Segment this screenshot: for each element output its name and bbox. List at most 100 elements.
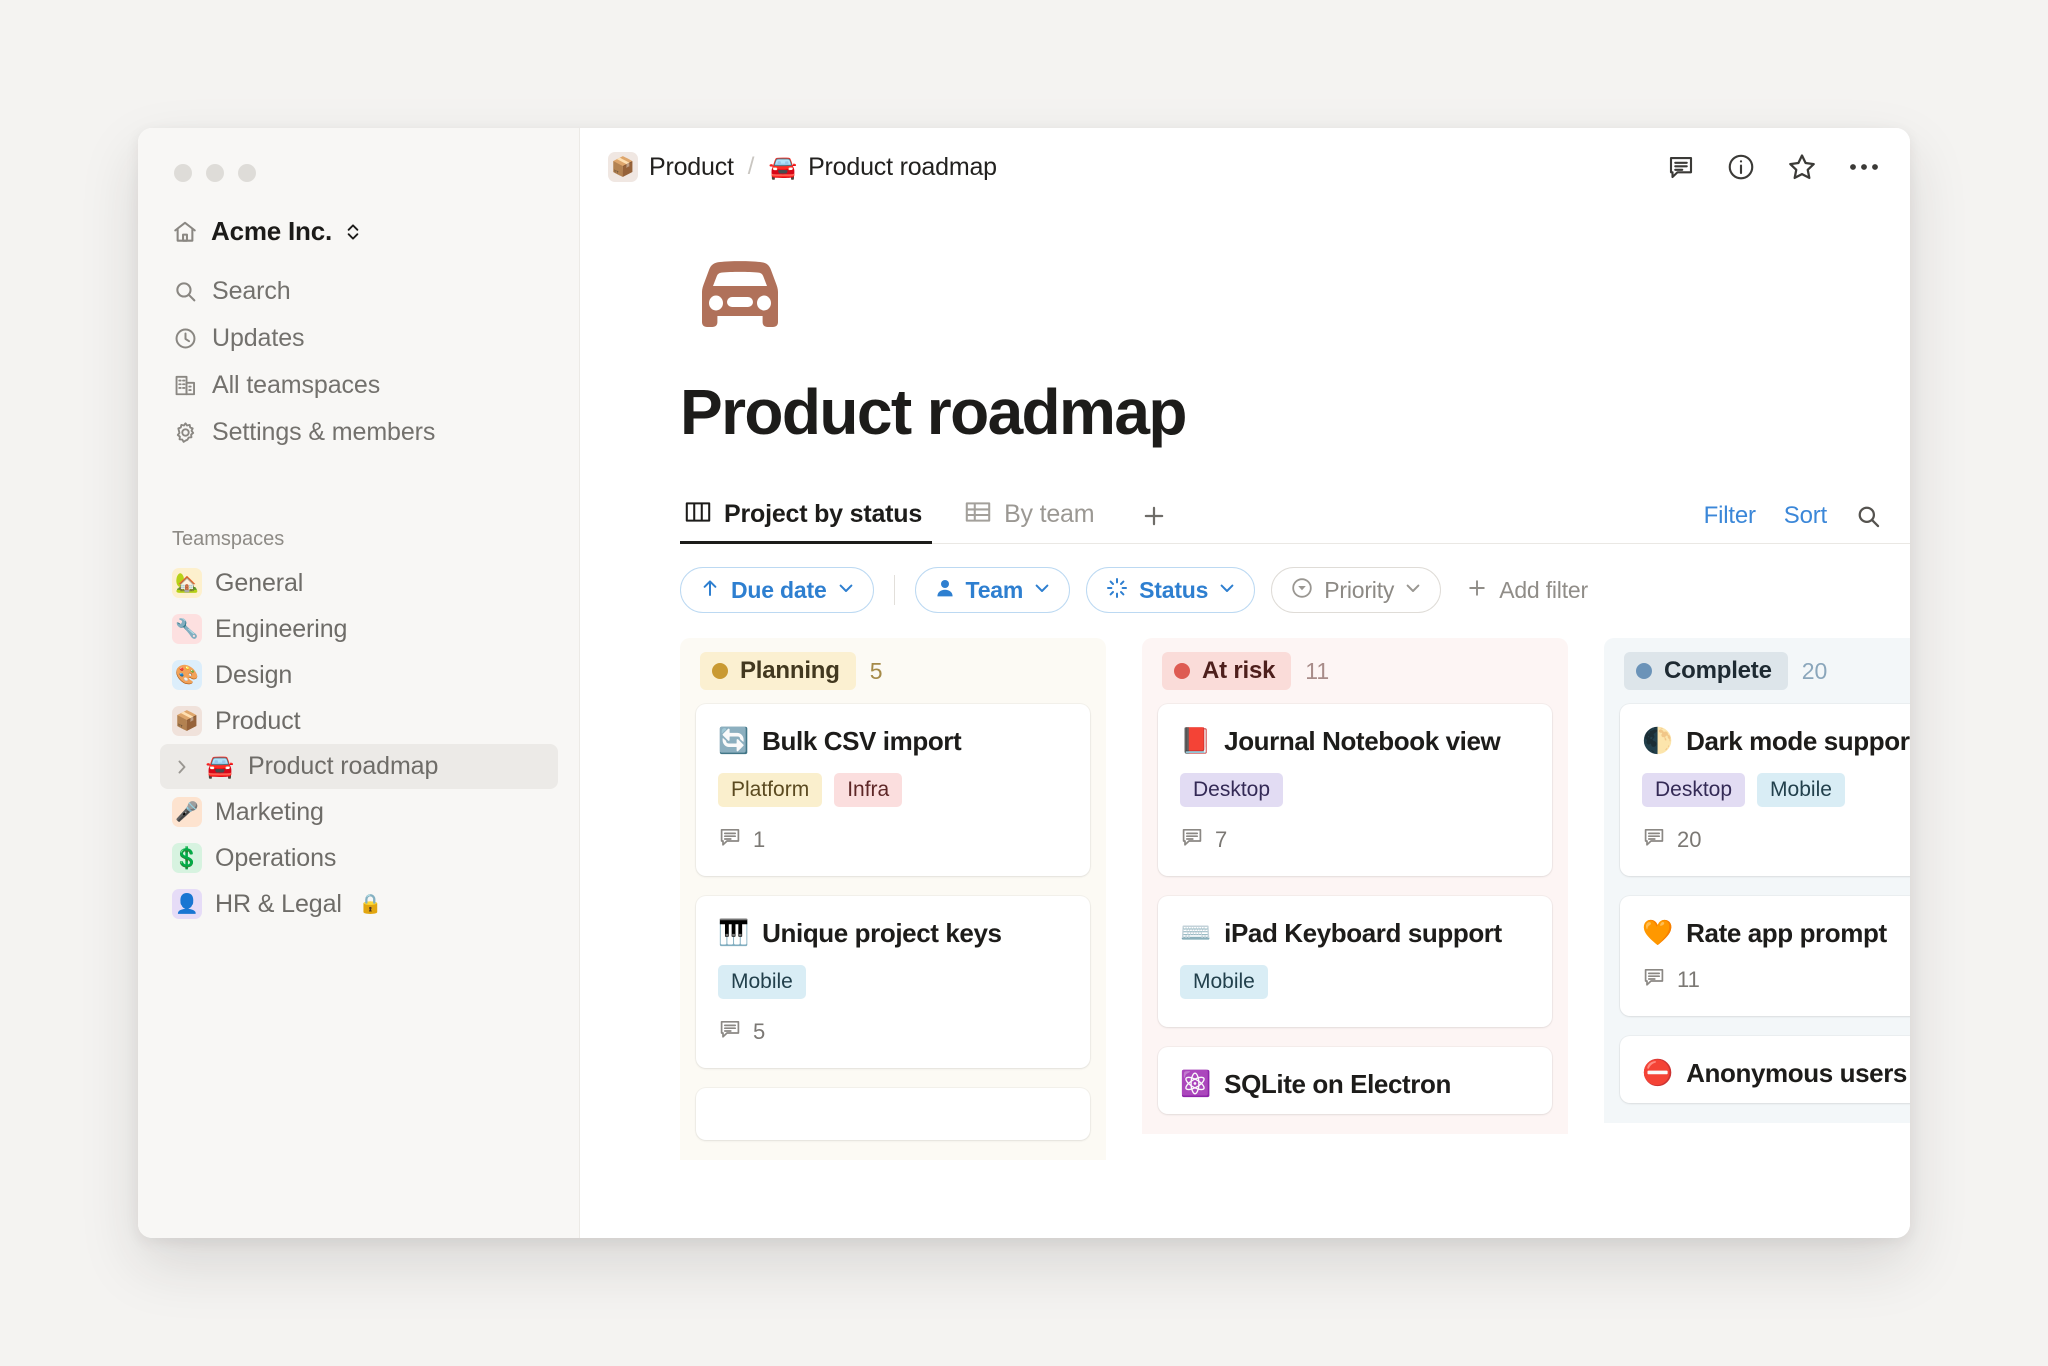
card-title: Anonymous users <box>1686 1058 1907 1089</box>
breadcrumb: 📦 Product / 🚘 Product roadmap <box>608 152 997 182</box>
sidebar-item-search[interactable]: Search <box>160 268 558 315</box>
card-title: iPad Keyboard support <box>1224 918 1502 949</box>
minimize-window-button[interactable] <box>206 164 224 182</box>
card-tag: Desktop <box>1642 773 1745 807</box>
sidebar-item-operations[interactable]: 💲 Operations <box>160 835 558 881</box>
board-card[interactable]: 🎹 Unique project keys Mobile <box>696 896 1090 1068</box>
view-tabs: Project by status By team Filter Sort <box>680 487 1910 544</box>
breadcrumb-item-product[interactable]: 📦 Product <box>608 152 734 182</box>
clock-icon <box>172 326 198 352</box>
filter-button[interactable]: Filter <box>1704 502 1756 530</box>
filter-team[interactable]: Team <box>915 567 1071 613</box>
teamspace-label: Operations <box>215 844 336 873</box>
breadcrumb-item-product-roadmap[interactable]: 🚘 Product roadmap <box>768 153 996 182</box>
zoom-window-button[interactable] <box>238 164 256 182</box>
car-emoji-icon: 🚘 <box>205 755 235 778</box>
lock-icon: 🔒 <box>359 892 383 916</box>
comments-icon[interactable] <box>1666 152 1696 182</box>
sidebar: Acme Inc. Search <box>138 128 580 1238</box>
breadcrumb-label: Product <box>649 153 734 182</box>
filter-label: Team <box>966 577 1024 604</box>
sidebar-item-design[interactable]: 🎨 Design <box>160 652 558 698</box>
comment-count: 1 <box>753 827 765 853</box>
sidebar-item-engineering[interactable]: 🔧 Engineering <box>160 606 558 652</box>
card-title-row: 📕 Journal Notebook view <box>1180 726 1530 757</box>
sidebar-item-label: All teamspaces <box>212 371 380 400</box>
sort-button[interactable]: Sort <box>1784 502 1827 530</box>
card-title: Journal Notebook view <box>1224 726 1500 757</box>
comment-count: 20 <box>1677 827 1701 853</box>
piano-emoji-icon: 🎹 <box>718 921 749 946</box>
building-icon <box>172 373 198 399</box>
column-count: 5 <box>870 658 883 685</box>
card-tag: Infra <box>834 773 902 807</box>
chevron-down-icon <box>837 579 855 602</box>
card-title: Rate app prompt <box>1686 918 1887 949</box>
plus-icon <box>1465 576 1489 605</box>
tab-project-by-status[interactable]: Project by status <box>680 499 932 543</box>
status-badge[interactable]: At risk <box>1162 652 1291 690</box>
sidebar-item-all-teamspaces[interactable]: All teamspaces <box>160 362 558 409</box>
info-icon[interactable] <box>1726 152 1756 182</box>
status-dot-icon <box>1174 663 1190 679</box>
car-emoji-icon: 🚘 <box>768 156 797 179</box>
card-tags: Mobile <box>718 965 1068 999</box>
sidebar-item-general[interactable]: 🏡 General <box>160 560 558 606</box>
board-card[interactable] <box>696 1088 1090 1140</box>
sidebar-item-hr-legal[interactable]: 👤 HR & Legal 🔒 <box>160 881 558 927</box>
sidebar-item-updates[interactable]: Updates <box>160 315 558 362</box>
status-badge[interactable]: Complete <box>1624 652 1788 690</box>
comment-count: 11 <box>1677 967 1700 993</box>
window-traffic-lights <box>174 164 256 182</box>
status-label: Complete <box>1664 657 1772 685</box>
sidebar-item-label: Updates <box>212 324 304 353</box>
comment-count: 7 <box>1215 827 1227 853</box>
status-badge[interactable]: Planning <box>700 652 856 690</box>
workspace-switcher[interactable]: Acme Inc. <box>160 210 373 253</box>
board-card[interactable]: ⌨️ iPad Keyboard support Mobile <box>1158 896 1552 1027</box>
add-view-button[interactable] <box>1132 502 1176 543</box>
card-title: Bulk CSV import <box>762 726 961 757</box>
breadcrumb-separator: / <box>748 153 755 181</box>
board-card[interactable]: 🔄 Bulk CSV import Platform Infra <box>696 704 1090 876</box>
person-emoji-icon: 👤 <box>172 889 202 919</box>
tab-by-team[interactable]: By team <box>960 499 1104 543</box>
column-header: Planning 5 <box>696 652 1090 704</box>
card-tag: Platform <box>718 773 822 807</box>
view-controls: Filter Sort <box>1704 502 1882 543</box>
filter-due-date[interactable]: Due date <box>680 567 874 613</box>
card-tags: Desktop Mobile <box>1642 773 1910 807</box>
board-card[interactable]: 📕 Journal Notebook view Desktop <box>1158 704 1552 876</box>
sidebar-item-product-roadmap[interactable]: 🚘 Product roadmap <box>160 744 558 789</box>
board-card[interactable]: ⛔ Anonymous users <box>1620 1036 1910 1103</box>
chevron-right-icon[interactable] <box>172 758 192 776</box>
search-icon[interactable] <box>1855 503 1882 530</box>
star-icon[interactable] <box>1786 151 1818 183</box>
board-card[interactable]: 🧡 Rate app prompt 11 <box>1620 896 1910 1016</box>
chevron-down-icon <box>1404 579 1422 602</box>
sidebar-item-settings-members[interactable]: Settings & members <box>160 409 558 456</box>
add-filter-button[interactable]: Add filter <box>1465 576 1588 605</box>
card-tag: Desktop <box>1180 773 1283 807</box>
car-icon[interactable] <box>680 248 1910 353</box>
sidebar-item-marketing[interactable]: 🎤 Marketing <box>160 789 558 835</box>
close-window-button[interactable] <box>174 164 192 182</box>
filter-divider <box>894 575 895 605</box>
filter-label: Due date <box>731 577 827 604</box>
sidebar-item-product[interactable]: 📦 Product <box>160 698 558 744</box>
board-card[interactable]: ⚛️ SQLite on Electron <box>1158 1047 1552 1114</box>
main-content: 📦 Product / 🚘 Product roadmap <box>580 128 1910 1238</box>
search-icon <box>172 279 198 305</box>
filter-status[interactable]: Status <box>1086 567 1255 613</box>
comment-count: 5 <box>753 1019 765 1045</box>
board-card[interactable]: 🌓 Dark mode support Desktop Mobile <box>1620 704 1910 876</box>
person-icon <box>934 577 956 604</box>
sync-emoji-icon: 🔄 <box>718 729 749 754</box>
card-tag: Mobile <box>1757 773 1845 807</box>
add-filter-label: Add filter <box>1499 577 1588 604</box>
filter-priority[interactable]: Priority <box>1271 567 1441 613</box>
moon-emoji-icon: 🌓 <box>1642 729 1673 754</box>
card-tag: Mobile <box>1180 965 1268 999</box>
card-title-row: ⌨️ iPad Keyboard support <box>1180 918 1530 949</box>
more-options-icon[interactable] <box>1848 161 1880 173</box>
